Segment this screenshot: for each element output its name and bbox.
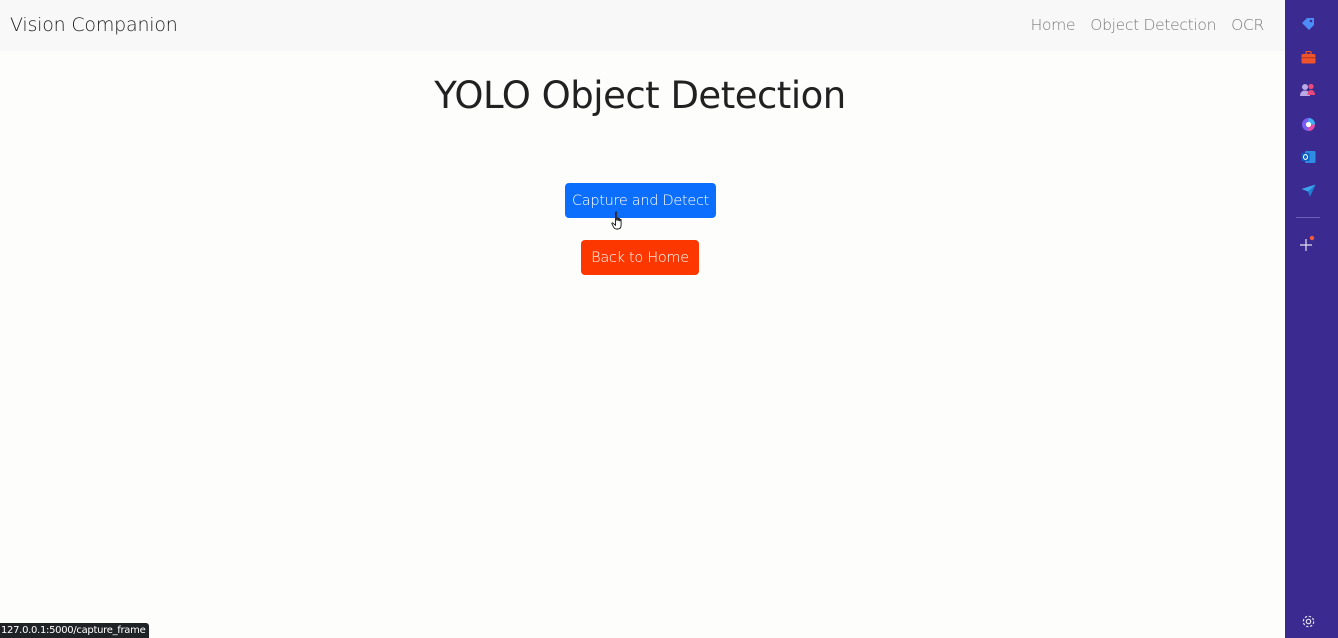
capture-and-detect-button[interactable]: Capture and Detect [565, 183, 716, 218]
nav-links: Home Object Detection OCR [1031, 16, 1265, 34]
people-icon[interactable] [1299, 81, 1317, 99]
nav-link-home[interactable]: Home [1031, 16, 1076, 34]
hand-cursor-icon [611, 211, 622, 230]
briefcase-icon[interactable] [1299, 48, 1317, 66]
nav-link-ocr[interactable]: OCR [1231, 16, 1264, 34]
navbar-brand[interactable]: Vision Companion [10, 14, 178, 36]
add-icon[interactable] [1299, 235, 1317, 253]
sidebar-divider [1296, 217, 1320, 218]
navbar: Vision Companion Home Object Detection O… [0, 0, 1285, 51]
page: Vision Companion Home Object Detection O… [0, 0, 1285, 638]
outlook-icon[interactable] [1299, 148, 1317, 166]
browser-sidebar [1285, 0, 1338, 638]
page-title: YOLO Object Detection [434, 74, 846, 117]
send-icon[interactable] [1299, 181, 1317, 199]
status-bar-url: 127.0.0.1:5000/capture_frame [0, 623, 150, 638]
tag-icon[interactable] [1299, 15, 1317, 33]
nav-link-object-detection[interactable]: Object Detection [1090, 16, 1216, 34]
settings-icon[interactable] [1299, 612, 1317, 630]
back-to-home-button[interactable]: Back to Home [581, 240, 699, 275]
copilot-icon[interactable] [1299, 115, 1317, 133]
